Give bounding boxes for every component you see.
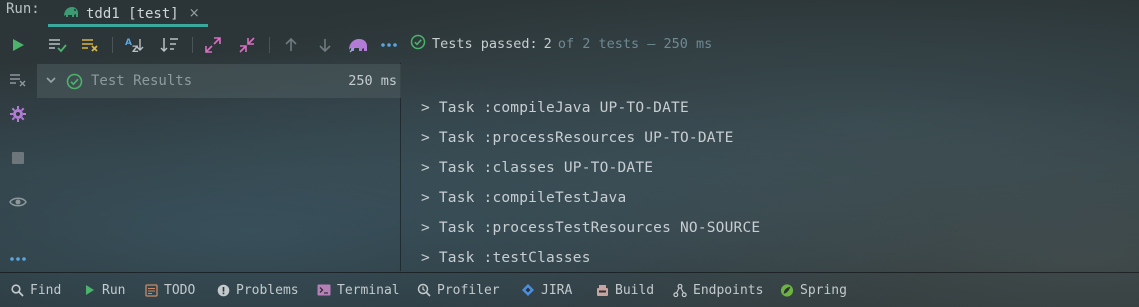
next-failed-icon[interactable]	[313, 33, 337, 57]
check-circle-icon	[410, 34, 426, 54]
toolbar-separator	[269, 37, 270, 53]
console-line: > Task :testClasses	[421, 250, 591, 266]
status-count: 2	[543, 36, 552, 52]
tool-find[interactable]: Find	[10, 279, 61, 301]
tool-profiler-label: Profiler	[437, 282, 500, 298]
test-results-tree: Test Results 250 ms	[37, 63, 401, 271]
collapse-all-icon[interactable]	[235, 33, 259, 57]
gradle-icon[interactable]	[346, 33, 370, 57]
build-icon	[595, 283, 609, 297]
search-icon	[10, 283, 24, 297]
gradle-elephant-icon	[62, 4, 80, 24]
sort-alpha-icon[interactable]: AZ	[122, 33, 146, 57]
view-icon[interactable]	[6, 190, 30, 214]
stop-icon[interactable]	[6, 146, 30, 170]
toolbar-separator	[112, 37, 113, 53]
tool-find-label: Find	[30, 282, 62, 298]
console-line: > Task :processResources UP-TO-DATE	[421, 130, 734, 146]
tool-problems-label: Problems	[236, 282, 299, 298]
tool-run-label: Run	[102, 282, 126, 298]
todo-icon	[144, 283, 158, 297]
tab-label: tdd1 [test]	[86, 5, 179, 22]
tool-problems[interactable]: Problems	[216, 279, 299, 301]
spring-icon	[780, 283, 794, 297]
more-icon[interactable]	[6, 247, 30, 271]
console-line: > Task :compileJava UP-TO-DATE	[421, 100, 689, 116]
run-toolbar: AZ Tests passed: 2 of 2 tests – 250 ms	[0, 28, 1139, 62]
tool-build-label: Build	[615, 282, 655, 298]
console-line: > Task :classes UP-TO-DATE	[421, 160, 654, 176]
expand-all-icon[interactable]	[201, 33, 225, 57]
chevron-down-icon[interactable]	[45, 74, 57, 90]
profiler-icon	[417, 283, 431, 297]
jira-icon	[521, 283, 535, 297]
test-status: Tests passed: 2 of 2 tests – 250 ms	[410, 34, 712, 54]
problems-icon	[216, 283, 230, 297]
sort-duration-icon[interactable]	[158, 33, 182, 57]
check-circle-icon	[66, 73, 83, 94]
close-icon[interactable]: ×	[189, 6, 200, 21]
status-passed-label: Tests passed:	[432, 36, 538, 52]
tool-endpoints[interactable]: Endpoints	[673, 279, 763, 301]
svg-text:Z: Z	[132, 45, 139, 54]
run-tab-bar: Run: tdd1 [test] ×	[0, 0, 1139, 27]
console-line: > Task :compileTestJava	[421, 190, 627, 206]
tool-terminal-label: Terminal	[337, 282, 400, 298]
previous-failed-icon[interactable]	[279, 33, 303, 57]
run-icon[interactable]	[6, 33, 30, 57]
tool-jira-label: JIRA	[541, 282, 573, 298]
tool-terminal[interactable]: Terminal	[317, 279, 400, 301]
svg-text:A: A	[125, 38, 132, 48]
show-passed-icon[interactable]	[45, 33, 69, 57]
more-icon[interactable]	[377, 33, 401, 57]
tree-root-time: 250 ms	[348, 73, 397, 89]
tool-profiler[interactable]: Profiler	[417, 279, 500, 301]
tool-jira[interactable]: JIRA	[521, 279, 572, 301]
toolbar-separator	[192, 37, 193, 53]
tree-row-test-results[interactable]: Test Results 250 ms	[37, 64, 401, 98]
left-tool-strip	[0, 62, 36, 272]
tool-todo[interactable]: TODO	[144, 279, 195, 301]
console-output[interactable]: > Task :compileJava UP-TO-DATE > Task :p…	[402, 63, 1139, 271]
tab-tdd1-test[interactable]: tdd1 [test] ×	[48, 0, 208, 27]
tool-run[interactable]: Run	[82, 279, 125, 301]
tree-root-label: Test Results	[91, 73, 193, 89]
run-caption: Run:	[6, 1, 40, 17]
tool-endpoints-label: Endpoints	[693, 282, 764, 298]
tool-todo-label: TODO	[164, 282, 196, 298]
settings-icon[interactable]	[6, 102, 30, 126]
tool-build[interactable]: Build	[595, 279, 654, 301]
tool-spring[interactable]: Spring	[780, 279, 847, 301]
tool-spring-label: Spring	[800, 282, 847, 298]
rerun-list-icon[interactable]	[6, 68, 30, 92]
status-summary: of 2 tests – 250 ms	[557, 36, 713, 52]
show-ignored-icon[interactable]	[78, 33, 102, 57]
tool-window-bar: Find Run TODO Problems Terminal Profiler	[0, 272, 1139, 307]
play-icon	[82, 283, 96, 297]
terminal-icon	[317, 283, 331, 297]
endpoints-icon	[673, 283, 687, 297]
console-line: > Task :processTestResources NO-SOURCE	[421, 220, 761, 236]
